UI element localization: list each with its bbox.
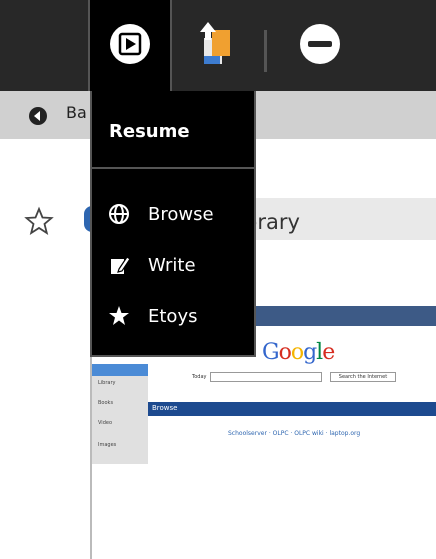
- thumbnail-search-box: [210, 372, 322, 382]
- menu-item-etoys[interactable]: Etoys: [106, 301, 197, 331]
- stop-button[interactable]: [290, 0, 350, 91]
- thumbnail-sidebar-item: Library: [98, 380, 116, 386]
- thumbnail-search-label: Today: [192, 374, 207, 380]
- resume-activity-icon: [108, 22, 152, 70]
- menu-item-label: Browse: [148, 203, 214, 225]
- thumbnail-sidebar-item: Video: [98, 420, 113, 426]
- etoys-star-icon: [106, 304, 132, 328]
- thumbnail-sidebar: Library Books Video Images: [92, 364, 148, 464]
- toolbar-separator: [264, 30, 267, 72]
- resume-palette-menu: Resume Browse Write Etoys: [90, 91, 256, 357]
- menu-item-browse[interactable]: Browse: [106, 199, 214, 229]
- browse-globe-icon: [106, 202, 132, 226]
- back-label[interactable]: Ba: [66, 103, 87, 122]
- thumbnail-search-button: Search the Internet: [330, 372, 396, 382]
- resume-activity-button[interactable]: [88, 0, 172, 91]
- keep-journal-icon: [194, 18, 238, 74]
- menu-item-label: Etoys: [148, 305, 198, 327]
- thumbnail-browse-label: Browse: [152, 404, 178, 412]
- thumbnail-sidebar-item: Images: [98, 442, 117, 448]
- favorite-star-icon[interactable]: [24, 206, 54, 240]
- menu-divider: [92, 167, 254, 169]
- thumbnail-browse-bar: Browse: [148, 402, 436, 416]
- menu-item-write[interactable]: Write: [106, 250, 196, 280]
- thumbnail-logo: Google: [262, 340, 335, 365]
- stop-icon: [298, 22, 342, 70]
- back-arrow-icon[interactable]: [28, 106, 48, 130]
- top-toolbar: [0, 0, 436, 91]
- thumbnail-sidebar-selected: [92, 364, 148, 376]
- keep-journal-button[interactable]: [186, 0, 246, 91]
- menu-item-label: Write: [148, 254, 196, 276]
- write-pencil-icon: [106, 253, 132, 277]
- menu-resume-item[interactable]: Resume: [109, 121, 190, 142]
- thumbnail-links: Schoolserver · OLPC · OLPC wiki · laptop…: [228, 430, 361, 437]
- thumbnail-sidebar-item: Books: [98, 400, 114, 406]
